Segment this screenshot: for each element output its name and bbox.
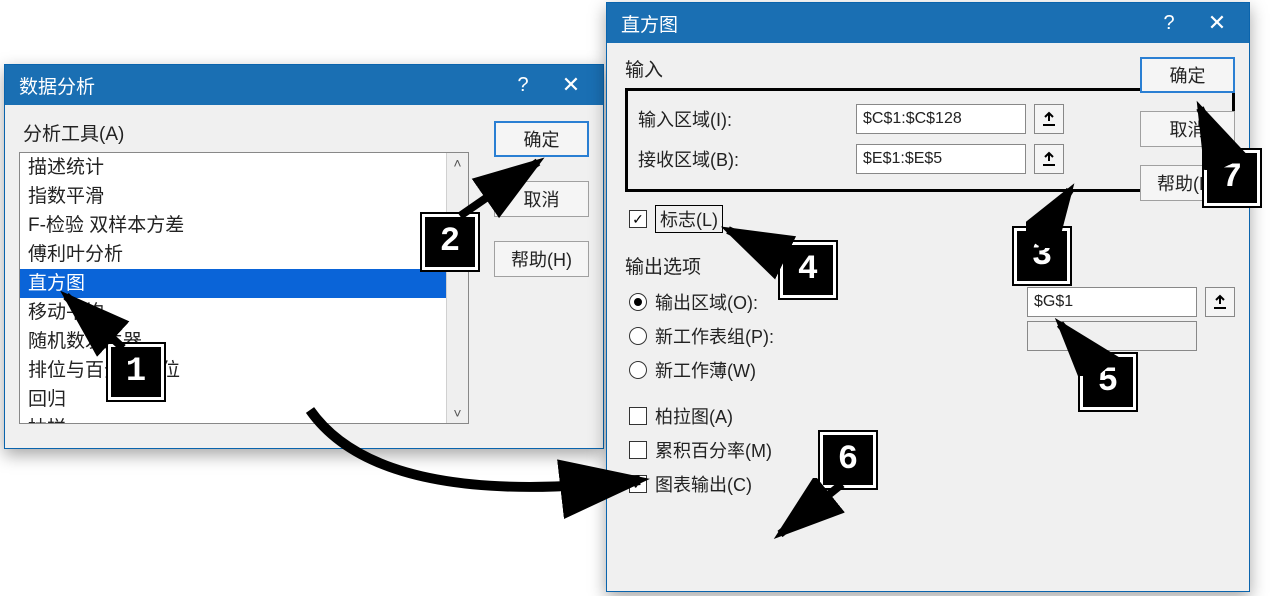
checkbox-icon — [629, 407, 647, 425]
range-picker-icon[interactable] — [1034, 104, 1064, 134]
range-picker-icon[interactable] — [1034, 144, 1064, 174]
titlebar[interactable]: 直方图 ? ✕ — [607, 3, 1249, 43]
cumulative-pct-checkbox[interactable]: 累积百分率(M) — [629, 433, 1235, 467]
new-workbook-label: 新工作薄(W) — [655, 357, 756, 383]
callout-3: 3 — [1014, 228, 1070, 284]
bin-range-field[interactable]: $E$1:$E$5 — [856, 144, 1026, 174]
checkbox-icon — [629, 441, 647, 459]
close-icon[interactable]: ✕ — [547, 65, 595, 105]
list-item[interactable]: 直方图 — [20, 269, 446, 298]
help-icon[interactable]: ? — [499, 65, 547, 105]
callout-2: 2 — [422, 214, 478, 270]
checkbox-icon: ✓ — [629, 210, 647, 228]
input-range-field[interactable]: $C$1:$C$128 — [856, 104, 1026, 134]
ok-button[interactable]: 确定 — [494, 121, 589, 157]
range-picker-icon[interactable] — [1205, 287, 1235, 317]
callout-6: 6 — [820, 432, 876, 488]
new-worksheet-label: 新工作表组(P): — [655, 323, 774, 349]
callout-5: 5 — [1080, 354, 1136, 410]
list-item[interactable]: 移动平均 — [20, 298, 446, 327]
dialog-title: 直方图 — [621, 10, 678, 37]
chart-output-checkbox[interactable]: ✓ 图表输出(C) — [629, 467, 1235, 501]
list-item[interactable]: 傅利叶分析 — [20, 240, 446, 269]
dialog-title: 数据分析 — [19, 72, 95, 99]
cancel-button[interactable]: 取消 — [1140, 111, 1235, 147]
list-item[interactable]: 排位与百分比排位 — [20, 356, 446, 385]
checkbox-icon: ✓ — [629, 475, 647, 493]
bin-range-label: 接收区域(B): — [638, 146, 848, 172]
radio-icon — [629, 361, 647, 379]
close-icon[interactable]: ✕ — [1193, 3, 1241, 43]
ok-button[interactable]: 确定 — [1140, 57, 1235, 93]
scroll-up-icon[interactable]: ˄ — [453, 155, 461, 171]
new-workbook-radio[interactable]: 新工作薄(W) — [629, 353, 1235, 387]
list-item[interactable]: 随机数发生器 — [20, 327, 446, 356]
output-group-label: 输出选项 — [625, 252, 1235, 279]
titlebar[interactable]: 数据分析 ? ✕ — [5, 65, 603, 105]
analysis-tools-listbox[interactable]: 描述统计指数平滑F-检验 双样本方差傅利叶分析直方图移动平均随机数发生器排位与百… — [19, 152, 469, 424]
radio-icon — [629, 293, 647, 311]
list-item[interactable]: 回归 — [20, 385, 446, 414]
callout-4: 4 — [780, 242, 836, 298]
chart-output-label: 图表输出(C) — [655, 471, 752, 497]
labels-checkbox-row[interactable]: ✓ 标志(L) — [629, 202, 1235, 236]
list-item[interactable]: 指数平滑 — [20, 182, 446, 211]
scrollbar[interactable]: ˄ ˅ — [446, 153, 468, 423]
list-item[interactable]: 描述统计 — [20, 153, 446, 182]
radio-icon — [629, 327, 647, 345]
pareto-label: 柏拉图(A) — [655, 403, 733, 429]
new-worksheet-field — [1027, 321, 1197, 351]
data-analysis-dialog: 数据分析 ? ✕ 分析工具(A) 描述统计指数平滑F-检验 双样本方差傅利叶分析… — [4, 64, 604, 449]
help-button[interactable]: 帮助(H) — [494, 241, 589, 277]
labels-checkbox-label: 标志(L) — [655, 205, 723, 233]
list-item[interactable]: 抽样 — [20, 414, 446, 423]
callout-1: 1 — [108, 344, 164, 400]
new-worksheet-radio[interactable]: 新工作表组(P): — [629, 319, 1235, 353]
cancel-button[interactable]: 取消 — [494, 181, 589, 217]
histogram-dialog: 直方图 ? ✕ 输入 输入区域(I): $C$1:$C$128 接收区域(B):… — [606, 2, 1250, 592]
cumulative-pct-label: 累积百分率(M) — [655, 437, 772, 463]
pareto-checkbox[interactable]: 柏拉图(A) — [629, 399, 1235, 433]
help-icon[interactable]: ? — [1145, 3, 1193, 43]
output-range-field[interactable]: $G$1 — [1027, 287, 1197, 317]
callout-7: 7 — [1204, 150, 1260, 206]
scroll-down-icon[interactable]: ˅ — [453, 405, 461, 421]
list-item[interactable]: F-检验 双样本方差 — [20, 211, 446, 240]
output-range-label: 输出区域(O): — [655, 289, 758, 315]
input-range-label: 输入区域(I): — [638, 106, 848, 132]
output-range-radio[interactable]: 输出区域(O): $G$1 — [629, 285, 1235, 319]
